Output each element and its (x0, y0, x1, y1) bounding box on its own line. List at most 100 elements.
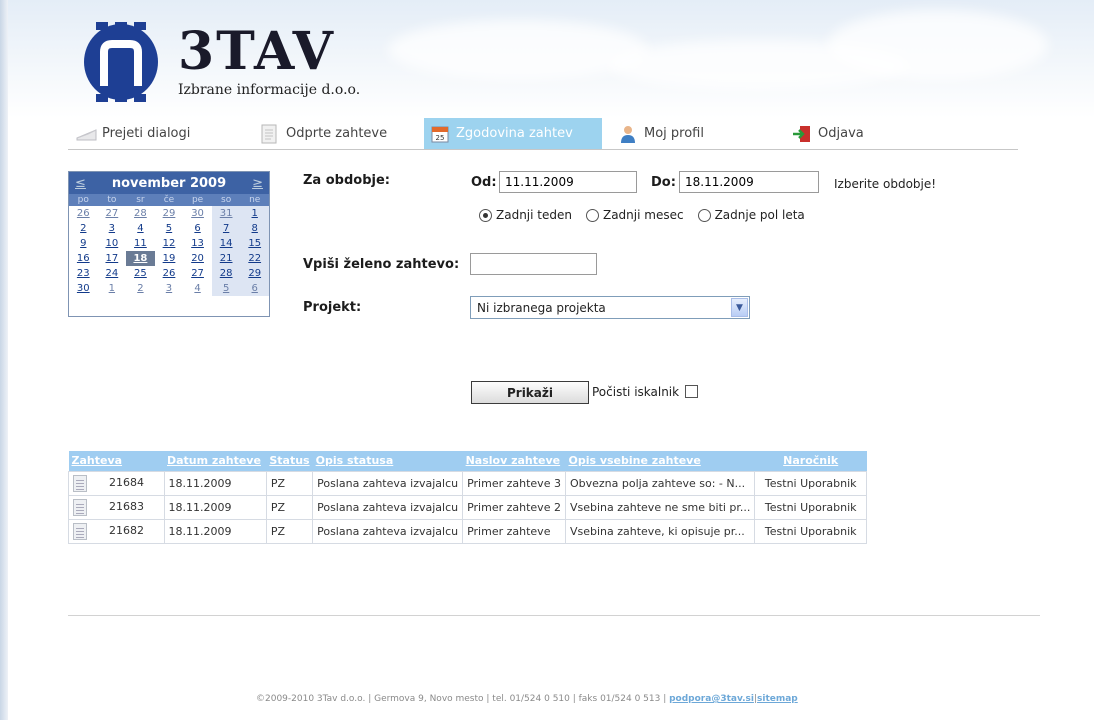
table-row[interactable]: 21682 18.11.2009 PZ Poslana zahteva izvajal… (68, 518, 867, 544)
calendar-day[interactable]: 10 (98, 236, 127, 251)
calendar-day[interactable]: 30 (69, 281, 98, 296)
nav-item-label: Odprte zahteve (286, 126, 388, 141)
main-nav: Prejeti dialogi Odprte zahteve 25 Zgodov… (68, 118, 1018, 150)
column-header-opis-vsebine[interactable]: Opis vsebine zahteve (565, 451, 755, 471)
calendar-day[interactable]: 29 (155, 206, 184, 221)
calendar-next-button[interactable]: ≥ (252, 176, 263, 191)
nav-item-label: Zgodovina zahtev (456, 126, 573, 141)
radio-zadnji-mesec[interactable]: Zadnji mesec (585, 208, 684, 222)
document-icon[interactable] (73, 522, 87, 540)
clear-search-checkbox[interactable] (685, 385, 698, 398)
radio-zadnji-teden[interactable]: Zadnji teden (479, 208, 572, 222)
calendar-day[interactable]: 18 (126, 251, 155, 266)
footer-sitemap-link[interactable]: sitemap (757, 694, 798, 704)
calendar-day[interactable]: 6 (183, 221, 212, 236)
column-header-status[interactable]: Status (266, 451, 313, 471)
clear-search-label: Počisti iskalnik (592, 385, 680, 399)
calendar-weekday: to (97, 194, 127, 206)
calendar-day[interactable]: 9 (69, 236, 98, 251)
calendar-day[interactable]: 28 (211, 266, 241, 281)
table-cell-client: Testni Uporabnik (754, 494, 867, 520)
table-row[interactable]: 21683 18.11.2009 PZ Poslana zahteva izvajal… (68, 494, 867, 520)
calendar-day[interactable]: 14 (211, 236, 241, 251)
calendar-day[interactable]: 5 (211, 281, 241, 296)
radio-label: Zadnji mesec (602, 208, 684, 222)
table-cell-status-desc: Poslana zahteva izvajalcu (312, 494, 464, 520)
calendar-day[interactable]: 1 (240, 206, 269, 221)
calendar-day[interactable]: 2 (126, 281, 155, 296)
chevron-down-icon[interactable]: ▼ (731, 298, 748, 317)
radio-label: Zadnji teden (496, 208, 572, 222)
nav-item-odprte-zahteve[interactable]: Odprte zahteve (254, 118, 397, 149)
document-icon[interactable] (73, 498, 87, 516)
calendar-icon: 25 (430, 124, 450, 144)
calendar-day[interactable]: 31 (211, 206, 241, 221)
calendar-day[interactable]: 12 (155, 236, 184, 251)
calendar-day[interactable]: 16 (69, 251, 98, 266)
project-select[interactable]: Ni izbranega projekta ▼ (470, 296, 750, 319)
logout-icon (792, 124, 812, 144)
calendar-day[interactable]: 11 (126, 236, 155, 251)
calendar-day[interactable]: 25 (126, 266, 155, 281)
to-label: Do: (651, 175, 676, 190)
calendar-weekday: po (69, 194, 98, 206)
calendar-day[interactable]: 27 (183, 266, 212, 281)
project-label: Projekt: (303, 300, 362, 315)
calendar-day[interactable]: 24 (98, 266, 127, 281)
table-header-row: Zahteva Datum zahteve Status Opis status… (68, 451, 867, 471)
calendar-day[interactable]: 6 (240, 281, 269, 296)
column-header-opis-statusa[interactable]: Opis statusa (312, 451, 463, 471)
calendar-day[interactable]: 3 (155, 281, 184, 296)
calendar-grid: po to sr če pe so ne 26 27 28 29 30 31 1 2 3 4 5 6 7 8 9 10 11 1… (69, 194, 269, 296)
request-input[interactable] (470, 253, 597, 275)
calendar-day[interactable]: 13 (183, 236, 212, 251)
calendar-day[interactable]: 15 (240, 236, 269, 251)
logo-subtitle: Izbrane informacije d.o.o. (178, 82, 361, 98)
calendar-day[interactable]: 5 (155, 221, 184, 236)
nav-item-zgodovina-zahtev[interactable]: 25 Zgodovina zahtev (424, 118, 602, 149)
request-id[interactable]: 21684 (109, 476, 144, 489)
radio-zadnje-pol-leta[interactable]: Zadnje pol leta (697, 208, 805, 222)
document-icon[interactable] (73, 474, 87, 492)
from-date-input[interactable] (499, 171, 637, 193)
calendar-month-title: november 2009 (111, 175, 227, 191)
column-header-datum[interactable]: Datum zahteve (164, 451, 267, 471)
calendar-day[interactable]: 3 (98, 221, 127, 236)
nav-item-moj-profil[interactable]: Moj profil (612, 118, 714, 149)
show-button[interactable]: Prikaži (471, 381, 589, 404)
calendar-day[interactable]: 2 (69, 221, 98, 236)
calendar-prev-button[interactable]: ≤ (75, 176, 86, 191)
calendar-day[interactable]: 4 (183, 281, 212, 296)
request-id[interactable]: 21683 (109, 500, 144, 513)
calendar-day[interactable]: 29 (240, 266, 269, 281)
calendar-day[interactable]: 4 (126, 221, 155, 236)
column-header-narocnik[interactable]: Naročnik (754, 451, 867, 471)
calendar-day[interactable]: 8 (240, 221, 269, 236)
nav-item-odjava[interactable]: Odjava (786, 118, 874, 149)
calendar-day[interactable]: 26 (69, 206, 98, 221)
calendar-day[interactable]: 27 (98, 206, 127, 221)
footer-email-link[interactable]: podpora@3tav.si (669, 694, 754, 704)
calendar-day[interactable]: 26 (155, 266, 184, 281)
calendar-day[interactable]: 30 (183, 206, 212, 221)
column-header-zahteva[interactable]: Zahteva (68, 451, 164, 471)
calendar-day[interactable]: 23 (69, 266, 98, 281)
to-date-input[interactable] (679, 171, 819, 193)
requests-table: Zahteva Datum zahteve Status Opis status… (68, 451, 867, 544)
calendar-day[interactable]: 22 (240, 251, 269, 266)
column-header-naslov[interactable]: Naslov zahteve (462, 451, 566, 471)
calendar-day[interactable]: 19 (155, 251, 184, 266)
request-id[interactable]: 21682 (109, 524, 144, 537)
table-row[interactable]: 21684 18.11.2009 PZ Poslana zahteva izvajal… (68, 470, 867, 496)
calendar-day[interactable]: 7 (211, 221, 241, 236)
nav-item-prejeti-dialogi[interactable]: Prejeti dialogi (70, 118, 200, 149)
site-logo[interactable]: 3TAV Izbrane informacije d.o.o. (82, 18, 382, 108)
calendar-widget: ≤ november 2009 ≥ po to sr če pe so ne 26 27 28 29… (68, 171, 270, 317)
footer: ©2009-2010 3Tav d.o.o. | Germova 9, Novo… (256, 694, 798, 704)
table-cell-status-desc: Poslana zahteva izvajalcu (312, 518, 464, 544)
calendar-day[interactable]: 21 (211, 251, 241, 266)
calendar-day[interactable]: 28 (126, 206, 155, 221)
calendar-day[interactable]: 20 (183, 251, 212, 266)
calendar-day[interactable]: 17 (98, 251, 127, 266)
calendar-day[interactable]: 1 (98, 281, 127, 296)
